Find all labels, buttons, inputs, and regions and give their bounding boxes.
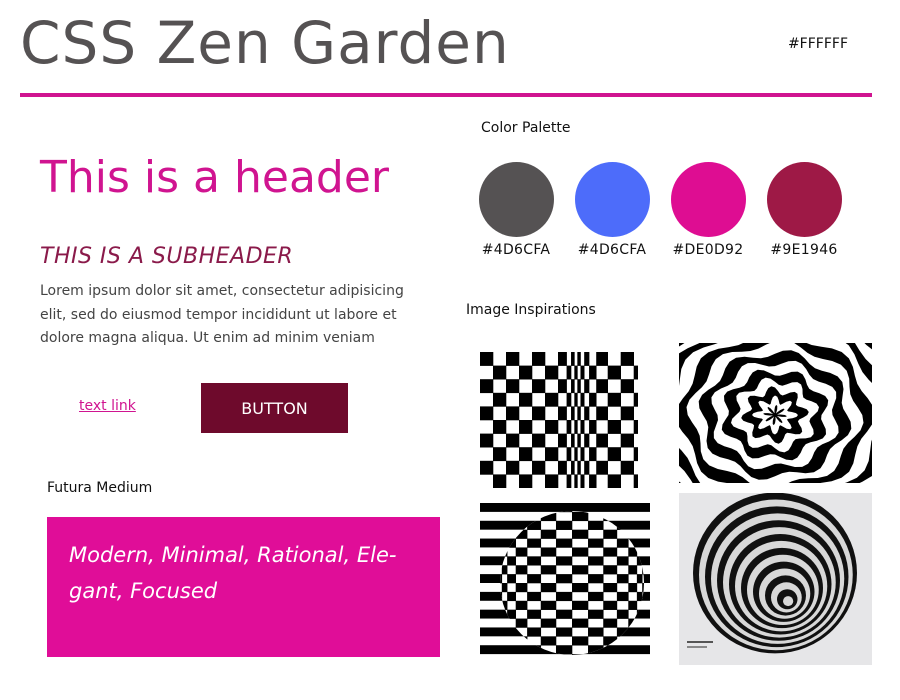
color-swatch xyxy=(670,162,746,237)
vortex-image xyxy=(679,493,872,665)
sample-body-text: Lorem ipsum dolor sit amet, consectetur … xyxy=(40,283,404,346)
swirl-image xyxy=(679,343,872,483)
inspiration-image xyxy=(679,493,872,665)
page-title: CSS Zen Garden xyxy=(20,9,510,77)
swatch-group: #4D6CFA xyxy=(572,162,652,258)
color-swatch xyxy=(574,162,650,237)
swatch-group: #DE0D92 xyxy=(668,162,748,258)
inspiration-image xyxy=(480,503,650,663)
inspirations-label: Image Inspirations xyxy=(466,302,596,318)
title-divider xyxy=(20,93,872,97)
swatch-code: #4D6CFA xyxy=(577,242,647,258)
swatch-code: #DE0D92 xyxy=(672,242,744,258)
sphere-illusion-image xyxy=(480,503,650,663)
color-swatch xyxy=(478,162,554,237)
sample-header: This is a header xyxy=(40,152,389,203)
color-swatch xyxy=(766,162,842,237)
inspiration-image xyxy=(679,343,872,483)
sample-text-link[interactable]: text link xyxy=(79,398,136,414)
font-sample-card: Modern, Minimal, Rational, Ele-gant, Foc… xyxy=(47,517,440,657)
background-color-label: #FFFFFF xyxy=(787,36,848,52)
swatch-code: #4D6CFA xyxy=(481,242,551,258)
sample-button[interactable]: BUTTON xyxy=(201,383,348,433)
sample-subheader: THIS IS A SUBHEADER xyxy=(40,244,294,269)
palette-label: Color Palette xyxy=(481,120,571,136)
swatch-group: #9E1946 xyxy=(764,162,844,258)
font-sample-text: Modern, Minimal, Rational, Ele-gant, Foc… xyxy=(69,543,397,603)
swatch-code: #9E1946 xyxy=(770,242,838,258)
swatch-group: #4D6CFA xyxy=(476,162,556,258)
inspiration-image xyxy=(480,352,638,488)
font-name-label: Futura Medium xyxy=(47,480,153,496)
checkerboard-image xyxy=(480,352,638,488)
